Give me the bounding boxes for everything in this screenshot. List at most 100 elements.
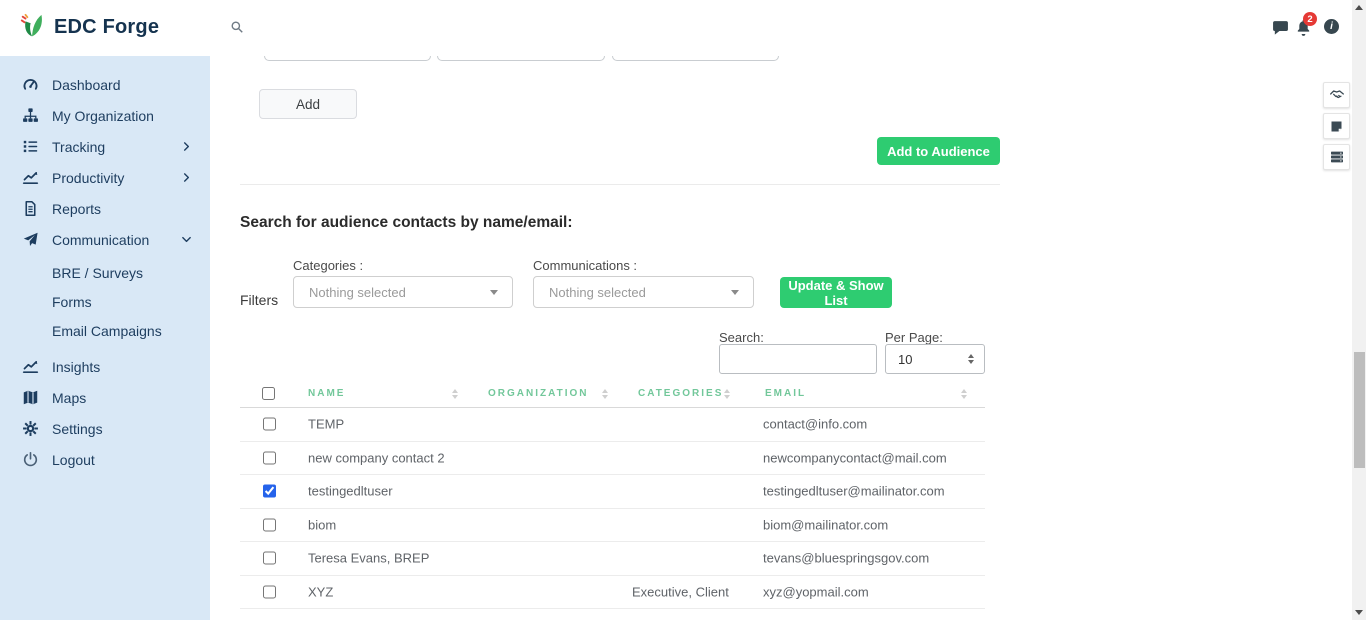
select-all-checkbox[interactable] [262, 387, 275, 400]
chart-line-icon [22, 169, 39, 186]
gear-icon [22, 420, 39, 437]
cell-categories: Executive, Client [632, 584, 729, 600]
sidebar-item-tracking[interactable]: Tracking [0, 131, 210, 162]
sidebar-subitem-bre-surveys[interactable]: BRE / Surveys [0, 258, 210, 287]
sidebar-item-settings[interactable]: Settings [0, 413, 210, 444]
cell-name: biom [308, 517, 337, 533]
sidebar-item-label: Communication [52, 231, 150, 248]
sidebar-item-maps[interactable]: Maps [0, 382, 210, 413]
sidebar-item-label: Logout [52, 451, 95, 468]
communications-dropdown[interactable]: Nothing selected [533, 276, 754, 308]
notification-badge[interactable]: 2 [1303, 12, 1317, 26]
chevron-down-icon [181, 234, 192, 245]
sidebar-subitem-email-campaigns[interactable]: Email Campaigns [0, 316, 210, 345]
per-page-select[interactable]: 10 [885, 344, 985, 374]
cell-name: XYZ [308, 584, 334, 600]
page: Add Add to Audience Search for audience … [0, 0, 1366, 620]
page-title: Search for audience contacts by name/ema… [240, 214, 573, 231]
sidebar-item-insights[interactable]: Insights [0, 351, 210, 382]
power-icon [22, 451, 39, 468]
edc-forge-logo-icon [20, 13, 42, 37]
add-button[interactable]: Add [259, 89, 357, 119]
handshake-tool-button[interactable] [1323, 82, 1350, 108]
col-header-email[interactable]: EMAIL [765, 388, 806, 399]
sidebar-item-my-organization[interactable]: My Organization [0, 100, 210, 131]
org-chart-icon [22, 107, 39, 124]
scroll-down-arrow-icon[interactable] [1355, 610, 1363, 615]
col-header-name[interactable]: NAME [308, 388, 345, 399]
table-row[interactable]: new company contact 2 newcompanycontact@… [240, 442, 985, 475]
table-row[interactable]: TEMP contact@info.com [240, 408, 985, 442]
sidebar-item-dashboard[interactable]: Dashboard [0, 69, 210, 100]
handshake-icon [1329, 90, 1344, 99]
sidebar-item-label: My Organization [52, 107, 154, 124]
sidebar-item-communication[interactable]: Communication [0, 224, 210, 255]
row-checkbox[interactable] [263, 585, 276, 599]
table-row[interactable]: Teresa Evans, BREP tevans@bluespringsgov… [240, 542, 985, 576]
paper-plane-icon [22, 231, 39, 248]
cell-email: contact@info.com [763, 416, 868, 432]
search-icon[interactable] [230, 20, 244, 34]
info-icon[interactable]: i [1324, 19, 1339, 34]
sidebar-item-label: Reports [52, 200, 102, 217]
stacked-list-icon [1330, 151, 1343, 163]
sort-icon[interactable] [961, 389, 967, 399]
communications-label: Communications : [533, 258, 638, 273]
chevron-right-icon [181, 141, 192, 152]
sidebar-item-logout[interactable]: Logout [0, 444, 210, 475]
sidebar-subitem-forms[interactable]: Forms [0, 287, 210, 316]
contacts-table: TEMP contact@info.com new company contac… [240, 408, 985, 609]
filters-label: Filters [240, 292, 279, 308]
sort-icon[interactable] [602, 389, 608, 399]
gauge-icon [22, 76, 39, 93]
sidebar-item-label: Insights [52, 358, 101, 375]
brand-logo[interactable]: EDC Forge [18, 12, 159, 42]
cell-email: biom@mailinator.com [763, 517, 889, 533]
row-checkbox[interactable] [263, 551, 276, 565]
update-show-list-button[interactable]: Update & Show List [780, 277, 892, 308]
add-to-audience-button[interactable]: Add to Audience [877, 137, 1000, 165]
scroll-up-arrow-icon[interactable] [1355, 5, 1363, 10]
sidebar-item-productivity[interactable]: Productivity [0, 162, 210, 193]
cell-name: Teresa Evans, BREP [308, 550, 430, 566]
row-checkbox[interactable] [263, 451, 276, 465]
sidebar-item-label: Tracking [52, 138, 106, 155]
sidebar-item-label: Dashboard [52, 76, 121, 93]
sidebar-item-label: Maps [52, 389, 87, 406]
sidebar-item-reports[interactable]: Reports [0, 193, 210, 224]
table-header: NAME ORGANIZATION CATEGORIES EMAIL [240, 381, 985, 408]
topbar: EDC Forge 2 i [0, 0, 1366, 56]
row-checkbox[interactable] [263, 518, 276, 532]
sort-icon[interactable] [724, 389, 730, 399]
note-icon [1331, 121, 1342, 131]
row-checkbox[interactable] [263, 484, 276, 498]
col-header-organization[interactable]: ORGANIZATION [488, 388, 588, 399]
col-header-categories[interactable]: CATEGORIES [638, 388, 723, 399]
row-checkbox[interactable] [263, 417, 276, 431]
categories-dropdown[interactable]: Nothing selected [293, 276, 513, 308]
cell-email: testingedltuser@mailinator.com [763, 483, 945, 499]
cell-email: xyz@yopmail.com [763, 584, 869, 600]
scrollbar-thumb[interactable] [1353, 352, 1365, 468]
search-label: Search: [719, 330, 764, 345]
table-row[interactable]: testingedltuser testingedltuser@mailinat… [240, 475, 985, 509]
chart-line-icon [22, 358, 39, 375]
document-icon [22, 200, 39, 217]
categories-dropdown-value: Nothing selected [309, 284, 406, 300]
table-search-input[interactable] [719, 344, 877, 374]
cell-name: TEMP [308, 416, 345, 432]
sidebar-item-label: Settings [52, 420, 103, 437]
sidebar: Dashboard My Organization Tracking Produ… [0, 56, 210, 620]
table-row[interactable]: XYZ Executive, Client xyz@yopmail.com [240, 576, 985, 609]
categories-label: Categories : [293, 258, 364, 273]
note-tool-button[interactable] [1323, 113, 1350, 139]
chat-icon[interactable] [1272, 19, 1289, 36]
communications-dropdown-value: Nothing selected [549, 284, 646, 300]
cell-email: tevans@bluespringsgov.com [763, 550, 930, 566]
sort-icon[interactable] [452, 389, 458, 399]
list-tool-button[interactable] [1323, 144, 1350, 170]
chevron-down-icon [731, 289, 739, 295]
page-scrollbar[interactable] [1352, 0, 1366, 620]
cell-name: testingedltuser [308, 483, 393, 499]
table-row[interactable]: biom biom@mailinator.com [240, 509, 985, 542]
